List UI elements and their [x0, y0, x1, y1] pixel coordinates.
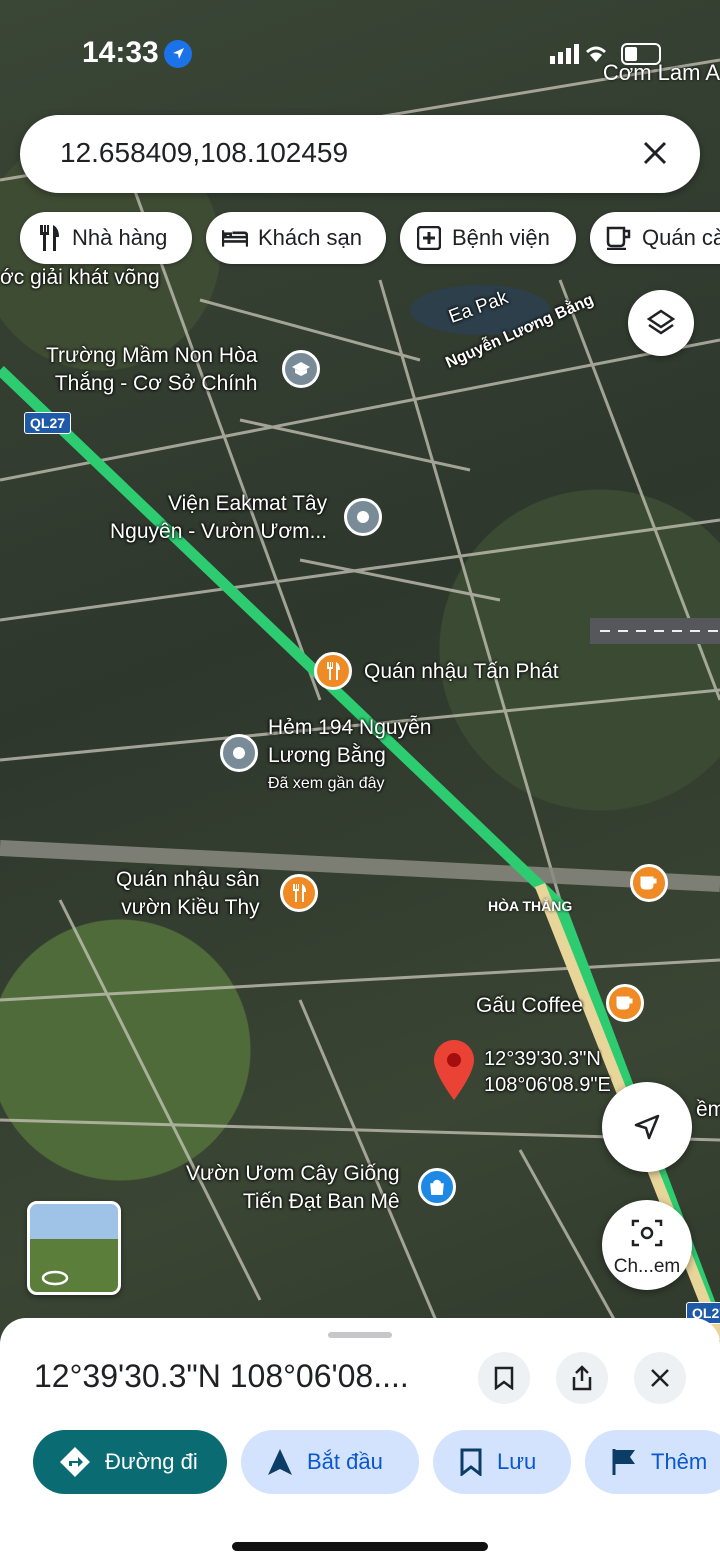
- map-label-alley[interactable]: Hẻm 194 Nguyễn Lương Bằng: [268, 714, 431, 770]
- map-label-nursery[interactable]: Vườn Ươm Cây Giống Tiến Đạt Ban Mê: [186, 1160, 400, 1216]
- school-icon[interactable]: [282, 350, 320, 388]
- coffee-icon[interactable]: [606, 984, 644, 1022]
- place-title: 12°39'30.3"N 108°06'08....: [34, 1358, 409, 1394]
- bed-icon: [222, 225, 248, 251]
- layers-icon: [646, 309, 676, 335]
- area-label-hoa-thang: HÒA THẮNG: [488, 898, 573, 914]
- flag-icon: [612, 1449, 635, 1475]
- map-label-gau-coffee[interactable]: Gấu Coffee: [476, 992, 583, 1020]
- camera-lens-icon: [631, 1219, 663, 1247]
- restaurant-icon[interactable]: [280, 874, 318, 912]
- map-label-clipped: ềm: [696, 1098, 720, 1121]
- chip-label: Khách sạn: [258, 225, 362, 250]
- restaurant-icon[interactable]: [314, 652, 352, 690]
- hospital-icon: [416, 225, 442, 251]
- place-bottom-sheet[interactable]: 12°39'30.3"N 108°06'08.... Đường đi Bắt …: [0, 1318, 720, 1564]
- map-label-bar-tan-phat[interactable]: Quán nhậu Tấn Phát: [364, 658, 559, 686]
- close-icon: [651, 1369, 669, 1387]
- search-bar[interactable]: 12.658409,108.102459: [20, 115, 700, 193]
- chip-restaurants[interactable]: Nhà hàng: [20, 212, 192, 264]
- status-bar: 14:33 Cơm Lam A: [0, 0, 720, 110]
- rotate-360-icon: [41, 1270, 69, 1286]
- chip-hospitals[interactable]: Bệnh viện: [400, 212, 576, 264]
- chip-label: Nhà hàng: [72, 225, 168, 250]
- shopping-bag-icon[interactable]: [418, 1168, 456, 1206]
- directions-icon: [60, 1447, 90, 1477]
- my-location-button[interactable]: [602, 1082, 692, 1172]
- share-button[interactable]: [556, 1352, 608, 1404]
- map-label-recently-viewed: Đã xem gần đây: [268, 775, 385, 792]
- save-label: Lưu: [497, 1449, 537, 1474]
- dropped-pin-icon[interactable]: [434, 1040, 474, 1100]
- start-button[interactable]: Bắt đầu: [241, 1430, 419, 1494]
- more-button[interactable]: Thêm: [585, 1430, 720, 1494]
- place-pin-icon[interactable]: [344, 498, 382, 536]
- pin-coordinates-label: 12°39'30.3"N 108°06'08.9"E: [484, 1048, 611, 1096]
- lens-button[interactable]: Ch...em: [602, 1200, 692, 1290]
- save-button[interactable]: Lưu: [433, 1430, 571, 1494]
- chip-cafes[interactable]: Quán cà: [590, 212, 720, 264]
- location-services-icon: [164, 40, 192, 68]
- coffee-icon[interactable]: [630, 864, 668, 902]
- home-indicator: [232, 1542, 488, 1551]
- status-time: 14:33: [82, 36, 159, 69]
- close-sheet-button[interactable]: [634, 1352, 686, 1404]
- fork-knife-icon: [36, 225, 62, 251]
- more-label: Thêm: [651, 1449, 708, 1474]
- chip-label: Bệnh viện: [452, 225, 550, 250]
- action-buttons-row: Đường đi Bắt đầu Lưu Thêm: [0, 1430, 720, 1496]
- search-input[interactable]: 12.658409,108.102459: [60, 137, 348, 169]
- category-chips: Nhà hàng Khách sạn Bệnh viện Quán cà: [20, 212, 720, 266]
- coffee-icon: [606, 225, 632, 251]
- lens-button-label: Ch...em: [613, 1256, 681, 1277]
- chip-hotels[interactable]: Khách sạn: [206, 212, 386, 264]
- map-label-com-lam: Cơm Lam A: [602, 60, 720, 85]
- layers-button[interactable]: [628, 290, 694, 356]
- map-label-drink-shop: ớc giải khát võng: [0, 266, 160, 289]
- street-view-thumbnail[interactable]: [27, 1201, 121, 1295]
- close-icon[interactable]: [634, 133, 676, 175]
- directions-button[interactable]: Đường đi: [33, 1430, 227, 1494]
- map-label-bar-kieu-thy[interactable]: Quán nhậu sân vườn Kiều Thy: [116, 866, 260, 922]
- share-icon: [572, 1365, 592, 1391]
- navigation-arrow-icon: [634, 1114, 660, 1140]
- bookmark-icon: [460, 1448, 482, 1476]
- road-badge-ql27: QL27: [24, 412, 72, 434]
- directions-label: Đường đi: [105, 1449, 198, 1474]
- map-label-institute[interactable]: Viện Eakmat Tây Nguyên - Vườn Ươm...: [110, 490, 327, 546]
- chip-label: Quán cà: [642, 225, 720, 250]
- drag-handle[interactable]: [328, 1332, 392, 1338]
- navigation-arrow-icon: [268, 1449, 292, 1475]
- start-label: Bắt đầu: [307, 1449, 383, 1474]
- bookmark-icon: [494, 1366, 514, 1390]
- save-round-button[interactable]: [478, 1352, 530, 1404]
- place-pin-icon[interactable]: [220, 734, 258, 772]
- map-label-school[interactable]: Trường Mầm Non Hòa Thắng - Cơ Sở Chính: [46, 342, 257, 398]
